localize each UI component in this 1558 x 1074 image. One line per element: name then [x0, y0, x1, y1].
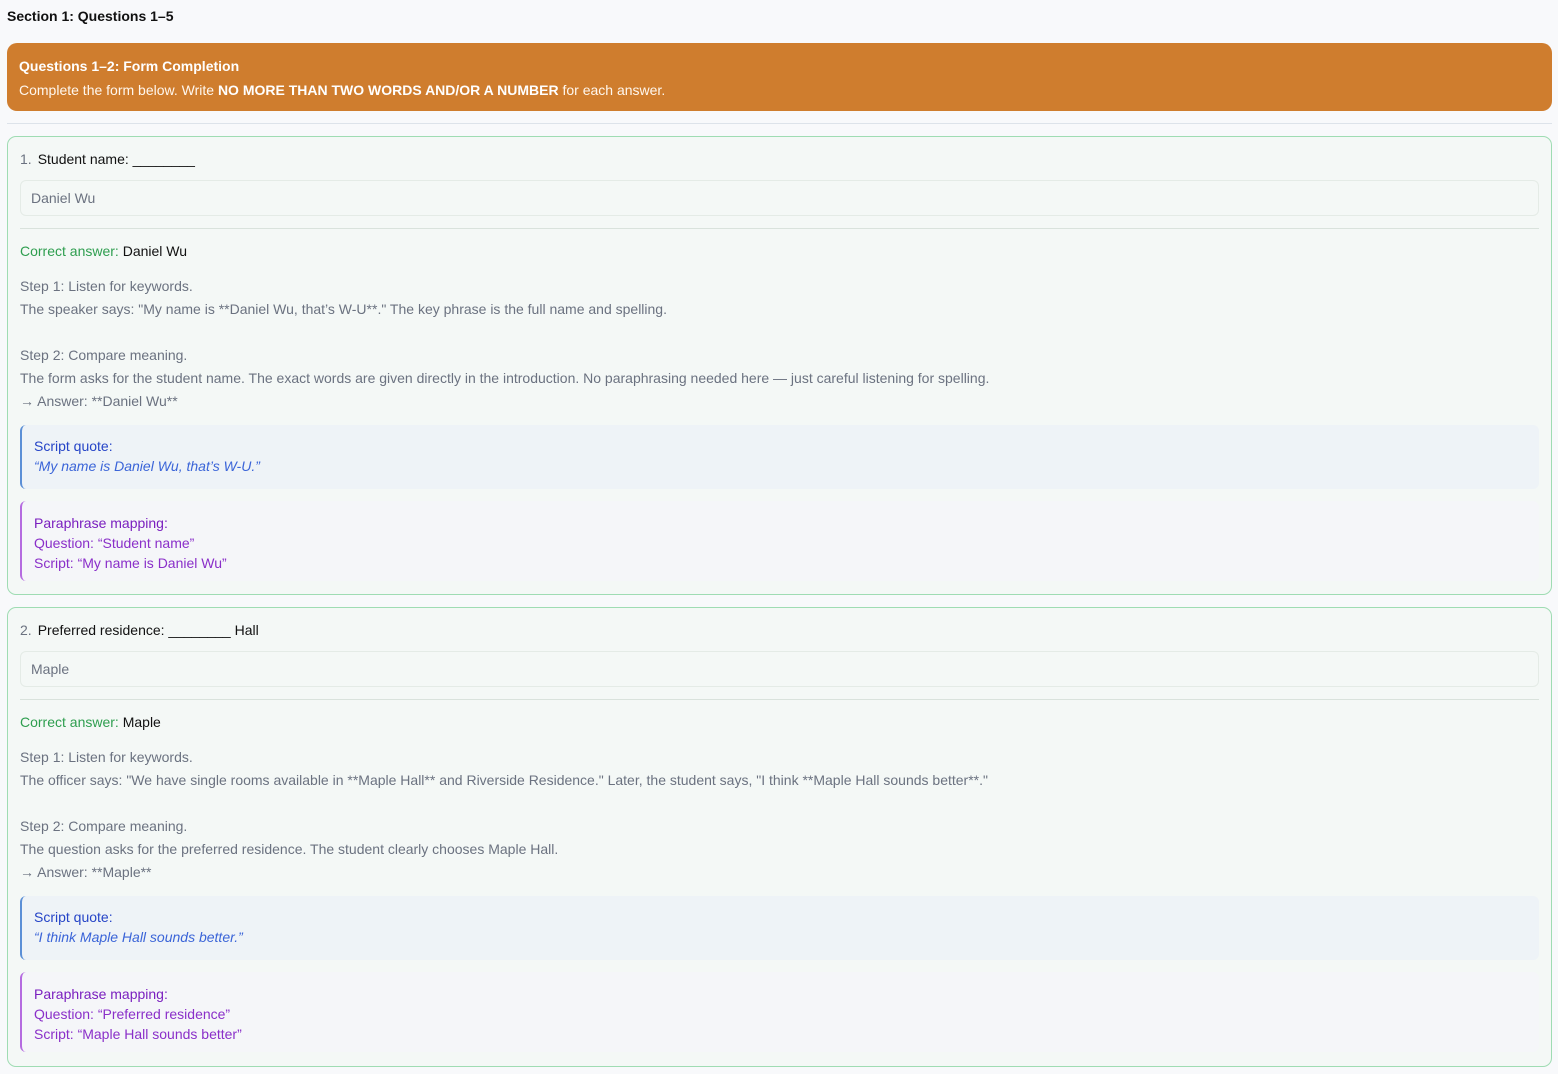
section-divider	[7, 123, 1552, 124]
correct-answer-label: Correct answer:	[20, 714, 119, 730]
script-quote-text: “My name is Daniel Wu, that’s W-U.”	[34, 458, 260, 474]
mapping-script: Script: “Maple Hall sounds better”	[34, 1026, 242, 1042]
mapping-script: Script: “My name is Daniel Wu”	[34, 555, 227, 571]
instructions-text-before: Complete the form below. Write	[19, 82, 218, 98]
question-card-2: 2. Preferred residence: ________ Hall Cor…	[7, 607, 1552, 1067]
mapping-question: Question: “Preferred residence”	[34, 1006, 231, 1022]
instructions-text: Complete the form below. Write NO MORE T…	[19, 81, 1540, 99]
step2-title: Step 2: Compare meaning.	[20, 818, 188, 834]
correct-answer: Correct answer: Maple	[20, 713, 1539, 731]
step1-title: Step 1: Listen for keywords.	[20, 749, 193, 765]
script-quote-text: “I think Maple Hall sounds better.”	[34, 929, 243, 945]
step1-text: The officer says: "We have single rooms …	[20, 772, 988, 788]
answer-line: → Answer: **Maple**	[20, 864, 152, 880]
question-prompt: 1. Student name: ________	[20, 149, 1539, 169]
question-text: Preferred residence: ________ Hall	[37, 622, 259, 638]
question-card-1: 1. Student name: ________ Correct answer:…	[7, 136, 1552, 595]
paraphrase-mapping-box: Paraphrase mapping: Question: “Preferred…	[20, 972, 1539, 1052]
correct-answer: Correct answer: Daniel Wu	[20, 242, 1539, 260]
explanation: Step 1: Listen for keywords. The speaker…	[20, 275, 1539, 413]
correct-answer-value: Maple	[122, 714, 161, 730]
mapping-question: Question: “Student name”	[34, 535, 195, 551]
instructions-title: Questions 1–2: Form Completion	[19, 58, 240, 74]
question-number: 2.	[20, 622, 32, 638]
question-text: Student name: ________	[37, 151, 195, 167]
answer-input[interactable]	[20, 180, 1539, 216]
step2-text: The form asks for the student name. The …	[20, 370, 990, 386]
paraphrase-mapping-box: Paraphrase mapping: Question: “Student n…	[20, 501, 1539, 581]
question-number: 1.	[20, 151, 32, 167]
step1-title: Step 1: Listen for keywords.	[20, 278, 193, 294]
card-divider	[20, 228, 1539, 229]
instructions-banner: Questions 1–2: Form Completion Complete …	[7, 43, 1552, 111]
answer-line: → Answer: **Daniel Wu**	[20, 393, 178, 409]
question-prompt: 2. Preferred residence: ________ Hall	[20, 620, 1539, 640]
step2-title: Step 2: Compare meaning.	[20, 347, 188, 363]
correct-answer-value: Daniel Wu	[122, 243, 188, 259]
paraphrase-mapping-label: Paraphrase mapping:	[34, 986, 168, 1002]
script-quote-label: Script quote:	[34, 438, 113, 454]
script-quote-box: Script quote: “My name is Daniel Wu, tha…	[20, 425, 1539, 489]
explanation: Step 1: Listen for keywords. The officer…	[20, 746, 1539, 884]
step2-text: The question asks for the preferred resi…	[20, 841, 559, 857]
card-divider	[20, 699, 1539, 700]
section-title: Section 1: Questions 1–5	[7, 8, 174, 24]
step1-text: The speaker says: "My name is **Daniel W…	[20, 301, 667, 317]
script-quote-box: Script quote: “I think Maple Hall sounds…	[20, 896, 1539, 960]
correct-answer-label: Correct answer:	[20, 243, 119, 259]
script-quote-label: Script quote:	[34, 909, 113, 925]
instructions-text-bold: NO MORE THAN TWO WORDS AND/OR A NUMBER	[217, 82, 559, 98]
paraphrase-mapping-label: Paraphrase mapping:	[34, 515, 168, 531]
answer-input[interactable]	[20, 651, 1539, 687]
instructions-text-after: for each answer.	[558, 82, 666, 98]
